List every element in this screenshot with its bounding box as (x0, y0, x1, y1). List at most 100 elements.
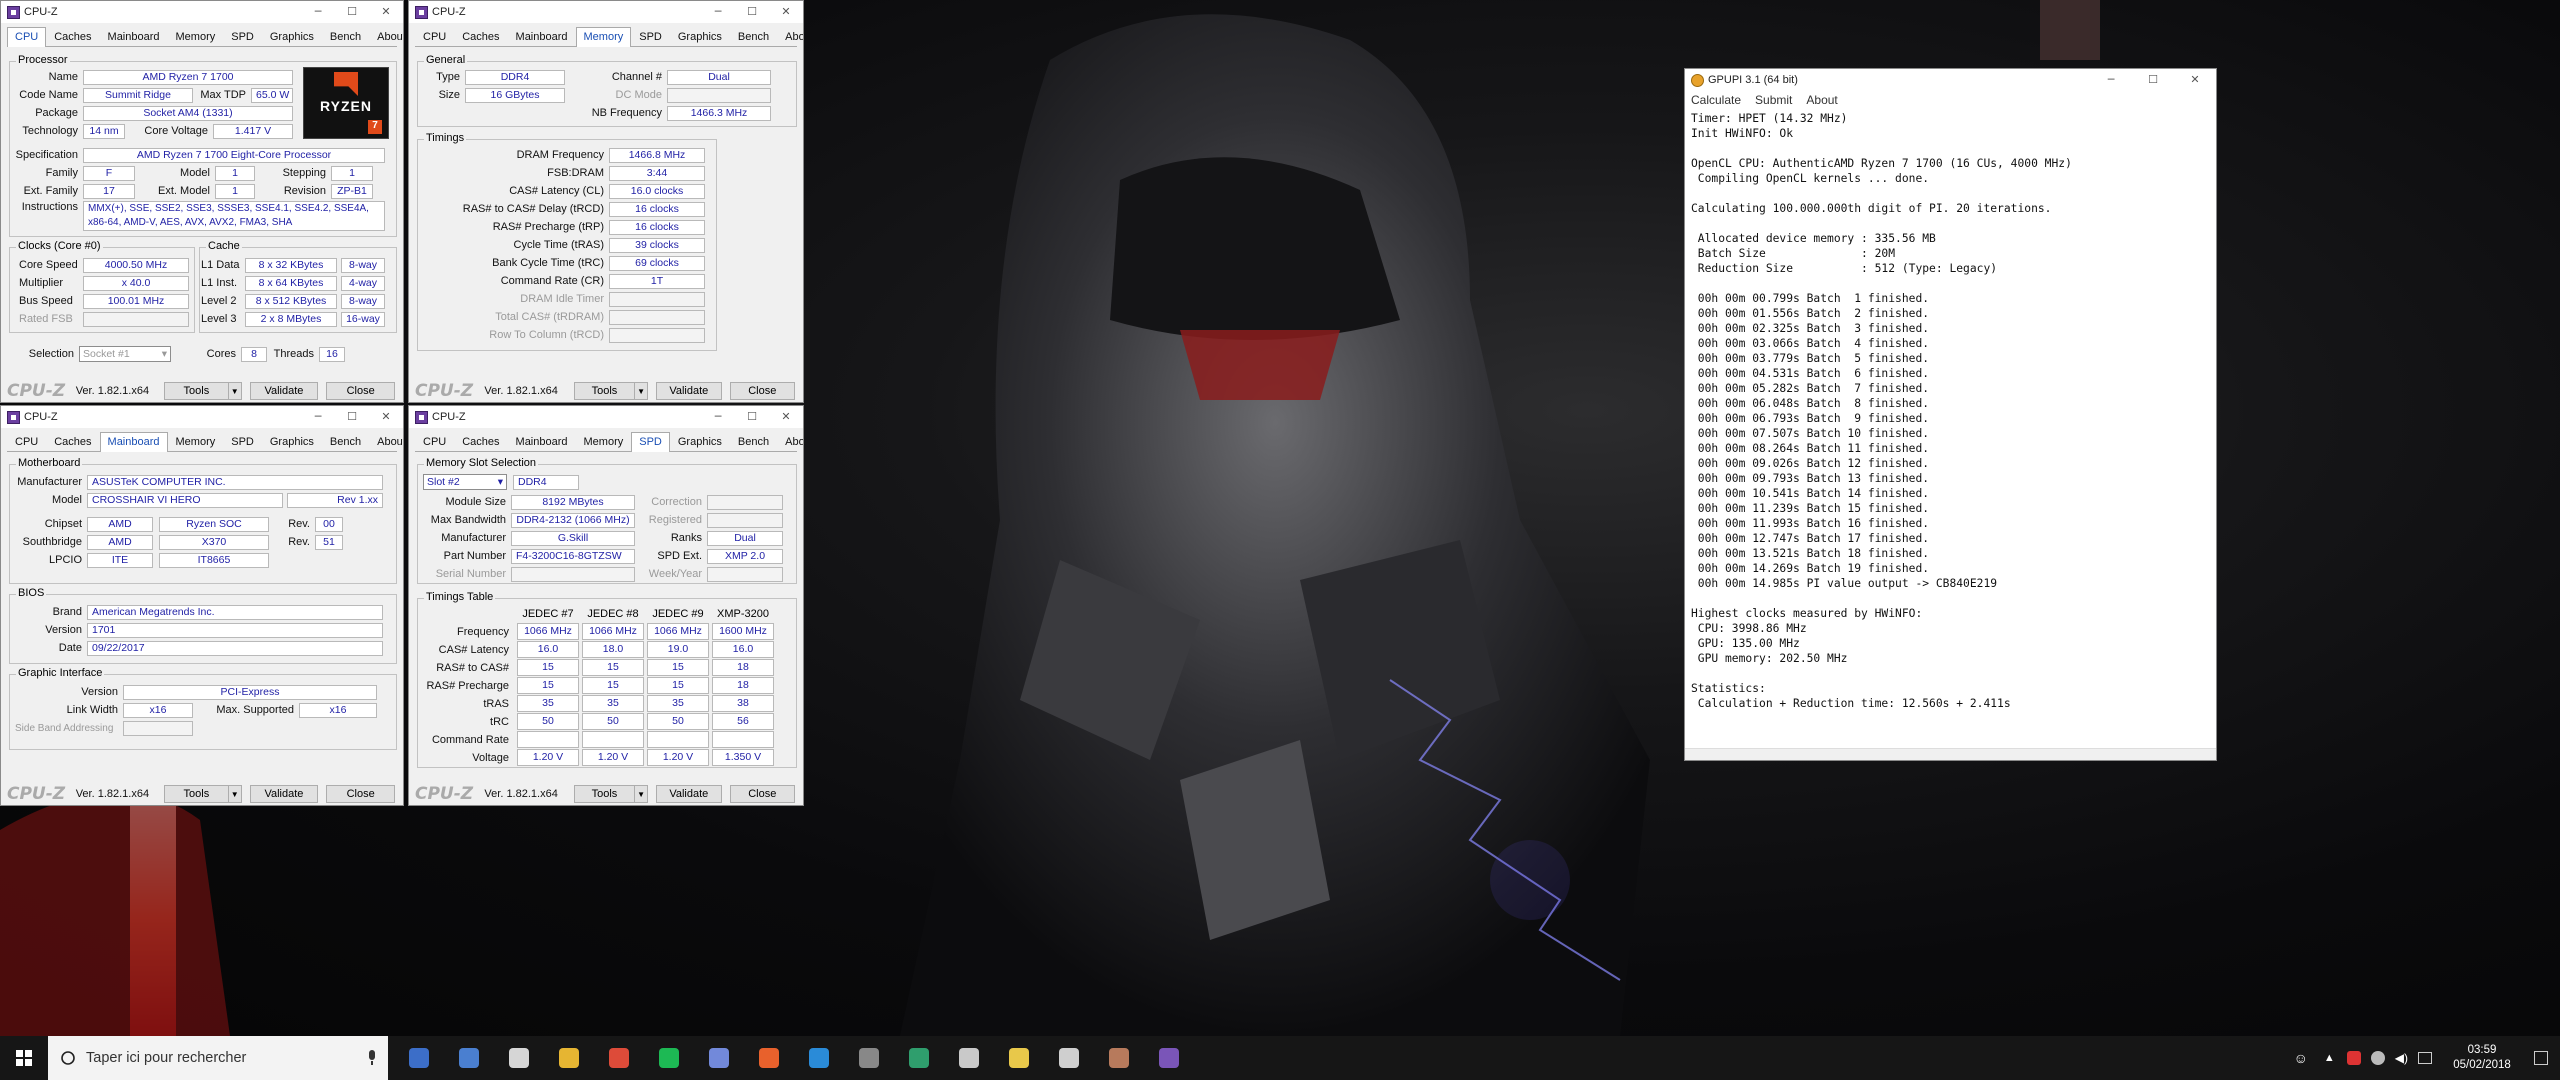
tab-mainboard[interactable]: Mainboard (100, 27, 168, 46)
tab-caches[interactable]: Caches (46, 27, 99, 46)
cpuz-cpu-window[interactable]: CPU-Z ─ ☐ ✕ CPU Caches Mainboard Memory SPD Grap… (0, 0, 404, 403)
taskbar-app-button[interactable] (402, 1045, 436, 1071)
slot-select[interactable]: Slot #2 ▾ (423, 474, 507, 490)
close-app-button[interactable]: Close (729, 382, 796, 400)
tray-app-icon[interactable] (2346, 1051, 2361, 1065)
tab-mainboard[interactable]: Mainboard (508, 432, 576, 451)
tab-memory[interactable]: Memory (168, 432, 224, 451)
tab-bench[interactable]: Bench (730, 27, 777, 46)
search-box[interactable]: Taper ici pour rechercher (48, 1036, 388, 1080)
taskbar-app-button[interactable] (1052, 1045, 1086, 1071)
network-icon[interactable] (2370, 1051, 2385, 1065)
close-button[interactable]: ✕ (2174, 69, 2216, 91)
taskbar-app-button[interactable] (652, 1045, 686, 1071)
output-log[interactable]: Timer: HPET (14.32 MHz) Init HWiNFO: Ok Op… (1685, 109, 2216, 739)
taskbar-app-button[interactable] (1102, 1045, 1136, 1071)
taskbar-app-button[interactable] (702, 1045, 736, 1071)
title-bar[interactable]: CPU-Z ─ ☐ ✕ (1, 406, 403, 428)
cpuz-spd-window[interactable]: CPU-Z ─ ☐ ✕ CPU Caches Mainboard Memory SPD Grap… (408, 405, 804, 806)
tab-graphics[interactable]: Graphics (262, 27, 322, 46)
cpuz-memory-window[interactable]: CPU-Z ─ ☐ ✕ CPU Caches Mainboard Memory SPD Grap… (408, 0, 804, 403)
menu-submit[interactable]: Submit (1755, 93, 1792, 107)
validate-button[interactable]: Validate (249, 382, 319, 400)
start-button[interactable] (0, 1036, 48, 1080)
tab-memory[interactable]: Memory (575, 27, 632, 47)
tab-bench[interactable]: Bench (322, 432, 369, 451)
tab-spd[interactable]: SPD (223, 27, 262, 46)
taskbar-app-button[interactable] (802, 1045, 836, 1071)
tab-mainboard[interactable]: Mainboard (508, 27, 576, 46)
tab-graphics[interactable]: Graphics (670, 27, 730, 46)
tab-about[interactable]: About (369, 432, 403, 451)
cpuz-mainboard-window[interactable]: CPU-Z ─ ☐ ✕ CPU Caches Mainboard Memory SPD Grap… (0, 405, 404, 806)
tab-mainboard[interactable]: Mainboard (99, 432, 168, 452)
tools-button[interactable]: Tools (573, 785, 636, 803)
tab-about[interactable]: About (777, 432, 803, 451)
tab-about[interactable]: About (777, 27, 803, 46)
tab-memory[interactable]: Memory (168, 27, 224, 46)
tab-bench[interactable]: Bench (322, 27, 369, 46)
tab-about[interactable]: About (369, 27, 403, 46)
taskbar-app-button[interactable] (952, 1045, 986, 1071)
close-app-button[interactable]: Close (326, 785, 396, 803)
minimize-button[interactable]: ─ (2090, 69, 2132, 91)
tools-button[interactable]: Tools (164, 382, 229, 400)
tab-spd[interactable]: SPD (631, 27, 670, 46)
tools-dropdown-icon[interactable]: ▼ (634, 785, 649, 803)
close-button[interactable]: ✕ (769, 406, 803, 428)
tab-caches[interactable]: Caches (454, 432, 507, 451)
tab-caches[interactable]: Caches (46, 432, 99, 451)
minimize-button[interactable]: ─ (301, 406, 335, 428)
close-button[interactable]: ✕ (369, 1, 403, 23)
maximize-button[interactable]: ☐ (335, 1, 369, 23)
clock[interactable]: 03:59 05/02/2018 (2442, 1043, 2522, 1073)
tab-bench[interactable]: Bench (730, 432, 777, 451)
volume-icon[interactable]: ◀) (2395, 1051, 2408, 1065)
taskbar-app-button[interactable] (852, 1045, 886, 1071)
title-bar[interactable]: CPU-Z ─ ☐ ✕ (1, 1, 403, 23)
tab-memory[interactable]: Memory (576, 432, 632, 451)
notifications-icon[interactable] (2534, 1051, 2548, 1065)
maximize-button[interactable]: ☐ (735, 1, 769, 23)
maximize-button[interactable]: ☐ (2132, 69, 2174, 91)
taskbar-app-button[interactable] (552, 1045, 586, 1071)
tools-dropdown-icon[interactable]: ▼ (227, 382, 242, 400)
minimize-button[interactable]: ─ (701, 1, 735, 23)
taskbar-app-button[interactable] (1152, 1045, 1186, 1071)
tools-button[interactable]: Tools (164, 785, 229, 803)
menu-calculate[interactable]: Calculate (1691, 93, 1741, 107)
validate-button[interactable]: Validate (656, 785, 722, 803)
tab-cpu[interactable]: CPU (415, 432, 454, 451)
socket-select[interactable]: Socket #1 ▾ (79, 346, 171, 362)
validate-button[interactable]: Validate (249, 785, 319, 803)
taskbar-app-button[interactable] (452, 1045, 486, 1071)
tab-graphics[interactable]: Graphics (670, 432, 730, 451)
tools-button[interactable]: Tools (573, 382, 636, 400)
battery-icon[interactable] (2418, 1052, 2432, 1064)
tab-cpu[interactable]: CPU (7, 27, 47, 47)
tab-cpu[interactable]: CPU (7, 432, 46, 451)
close-app-button[interactable]: Close (326, 382, 396, 400)
tab-cpu[interactable]: CPU (415, 27, 454, 46)
taskbar-app-button[interactable] (902, 1045, 936, 1071)
tools-dropdown-icon[interactable]: ▼ (634, 382, 649, 400)
microphone-icon[interactable] (366, 1050, 378, 1066)
tab-caches[interactable]: Caches (454, 27, 507, 46)
tab-spd[interactable]: SPD (631, 432, 670, 452)
menu-about[interactable]: About (1806, 93, 1837, 107)
chevron-up-icon[interactable]: ▲ (2324, 1052, 2335, 1064)
taskbar-app-button[interactable] (502, 1045, 536, 1071)
title-bar[interactable]: CPU-Z ─ ☐ ✕ (409, 1, 803, 23)
taskbar-app-button[interactable] (1002, 1045, 1036, 1071)
maximize-button[interactable]: ☐ (735, 406, 769, 428)
close-button[interactable]: ✕ (769, 1, 803, 23)
close-button[interactable]: ✕ (369, 406, 403, 428)
minimize-button[interactable]: ─ (301, 1, 335, 23)
close-app-button[interactable]: Close (729, 785, 796, 803)
taskbar-app-button[interactable] (752, 1045, 786, 1071)
people-icon[interactable]: ☺ (2294, 1050, 2308, 1066)
taskbar-app-button[interactable] (602, 1045, 636, 1071)
title-bar[interactable]: GPUPI 3.1 (64 bit) ─ ☐ ✕ (1685, 69, 2216, 91)
maximize-button[interactable]: ☐ (335, 406, 369, 428)
tools-dropdown-icon[interactable]: ▼ (227, 785, 242, 803)
